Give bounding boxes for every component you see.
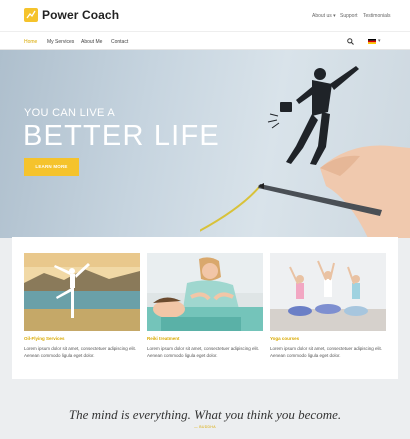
top-bar: Power Coach About us ▾ Support Testimoni…	[0, 0, 410, 31]
service-card[interactable]: Yoga courses Lorem ipsum dolor sit amet,…	[270, 253, 386, 359]
service-card[interactable]: Reiki treatment Lorem ipsum dolor sit am…	[147, 253, 263, 359]
logo-mark-icon	[26, 10, 36, 19]
nav-item-contact[interactable]: Contact	[111, 39, 128, 45]
reiki-treatment-image	[147, 253, 263, 331]
card-text: Lorem ipsum dolor sit amet, consectetuer…	[270, 346, 383, 358]
nav-item-services[interactable]: My Services	[47, 39, 74, 45]
card-text: Lorem ipsum dolor sit amet, consectetuer…	[147, 346, 260, 358]
hero-pre-title: YOU CAN LIVE A	[24, 107, 116, 119]
quote-section: The mind is everything. What you think y…	[0, 379, 410, 439]
search-icon[interactable]	[347, 38, 354, 45]
utility-about-label: About us	[312, 13, 332, 19]
hero-title: BETTER LIFE	[23, 120, 220, 152]
card-text: Lorem ipsum dolor sit amet, consectetuer…	[24, 346, 137, 358]
utility-link-about[interactable]: About us ▾	[312, 13, 336, 19]
brand-name[interactable]: Power Coach	[42, 8, 119, 22]
main-nav: Home My Services About Me Contact ▾	[0, 31, 410, 50]
yoga-class-image	[270, 253, 386, 331]
logo-icon[interactable]	[24, 8, 38, 22]
service-card[interactable]: Oil-Flying Services Lorem ipsum dolor si…	[24, 253, 140, 359]
card-image-yoga-beach[interactable]	[24, 253, 140, 331]
utility-link-support[interactable]: Support	[340, 13, 358, 19]
quote-author: — BUDDHA	[194, 425, 216, 429]
card-title[interactable]: Reiki treatment	[147, 336, 263, 341]
card-title[interactable]: Yoga courses	[270, 336, 386, 341]
quote-text: The mind is everything. What you think y…	[68, 407, 342, 422]
card-title[interactable]: Oil-Flying Services	[24, 336, 140, 341]
chevron-down-icon[interactable]: ▾	[378, 38, 381, 44]
hero-banner: YOU CAN LIVE A BETTER LIFE LEARN MORE	[0, 50, 410, 238]
learn-more-button[interactable]: LEARN MORE	[24, 158, 79, 176]
nav-item-home[interactable]: Home	[24, 39, 37, 45]
card-image-reiki[interactable]	[147, 253, 263, 331]
german-flag-icon[interactable]	[368, 39, 376, 44]
utility-link-testimonials[interactable]: Testimonials	[363, 13, 391, 19]
services-panel: Oil-Flying Services Lorem ipsum dolor si…	[12, 237, 398, 379]
yoga-lake-image	[24, 253, 140, 331]
nav-item-about-me[interactable]: About Me	[81, 39, 102, 45]
card-image-yoga-class[interactable]	[270, 253, 386, 331]
hero-illustration	[200, 66, 410, 238]
